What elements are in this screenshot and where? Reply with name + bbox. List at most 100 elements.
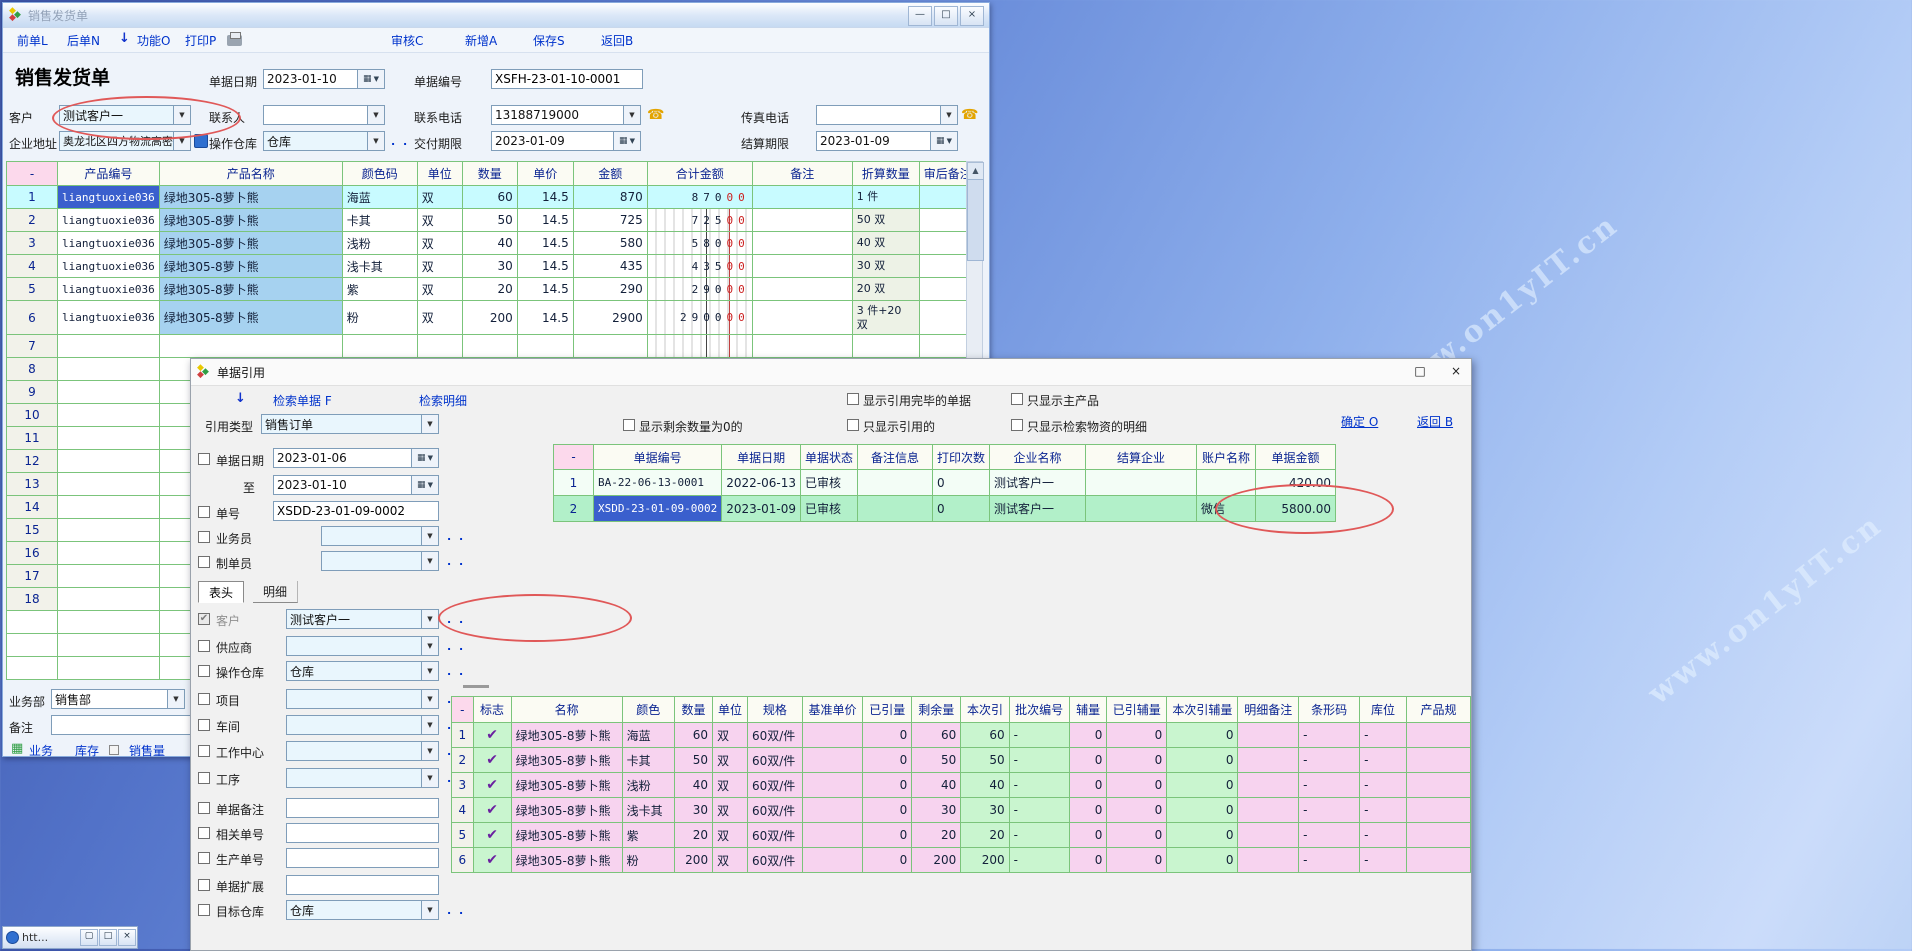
table-cell[interactable]: [857, 470, 932, 496]
table-cell[interactable]: 2023-01-09: [722, 496, 801, 522]
checkbox[interactable]: [198, 531, 210, 543]
checkbox[interactable]: [198, 640, 210, 652]
table-cell[interactable]: 29000: [647, 278, 752, 301]
only-main-label[interactable]: 只显示主产品: [1027, 392, 1099, 409]
table-cell[interactable]: [342, 335, 417, 358]
chevron-down-icon[interactable]: ▼: [421, 637, 438, 655]
column-header[interactable]: 单据编号: [594, 445, 722, 470]
customer-combo[interactable]: 测试客户一 ▼: [59, 105, 191, 125]
table-cell[interactable]: 6: [7, 301, 58, 335]
table-cell[interactable]: 40: [675, 773, 713, 798]
more-dots[interactable]: . .: [447, 555, 465, 568]
table-cell[interactable]: 绿地305-8萝卜熊: [511, 848, 622, 873]
table-cell[interactable]: 2: [7, 209, 58, 232]
table-cell[interactable]: 40: [961, 773, 1009, 798]
table-cell[interactable]: 12: [7, 450, 58, 473]
table-cell[interactable]: 50 双: [852, 209, 919, 232]
table-cell[interactable]: [1406, 773, 1470, 798]
table-cell[interactable]: -: [1360, 773, 1407, 798]
checkbox[interactable]: [198, 879, 210, 891]
table-cell[interactable]: 已审核: [800, 470, 857, 496]
table-cell[interactable]: [573, 335, 647, 358]
column-header[interactable]: 本次引: [961, 697, 1009, 723]
settle-date-field[interactable]: 2023-01-09 ▦▼: [816, 131, 958, 151]
table-cell[interactable]: 双: [417, 301, 462, 335]
table-cell[interactable]: 6: [452, 848, 474, 873]
table-cell[interactable]: 双: [713, 848, 748, 873]
dialog-back-button[interactable]: 返回 B: [1417, 413, 1453, 430]
sales-qty-button[interactable]: 销售量: [129, 742, 165, 759]
table-cell[interactable]: 双: [713, 748, 748, 773]
table-cell[interactable]: 290000: [647, 301, 752, 335]
table-row[interactable]: 3✔绿地305-8萝卜熊浅粉40双60双/件04040-000--: [452, 773, 1471, 798]
table-cell[interactable]: 2900: [573, 301, 647, 335]
table-cell[interactable]: -: [1009, 723, 1069, 748]
table-cell[interactable]: 200: [912, 848, 961, 873]
table-row[interactable]: 1liangtuoxie036绿地305-8萝卜熊海蓝双6014.5870870…: [7, 186, 977, 209]
table-cell[interactable]: 双: [713, 723, 748, 748]
printer-icon[interactable]: [227, 35, 242, 46]
table-cell[interactable]: 双: [713, 773, 748, 798]
table-cell[interactable]: 60: [961, 723, 1009, 748]
column-header[interactable]: 名称: [511, 697, 622, 723]
table-cell[interactable]: 已审核: [800, 496, 857, 522]
table-cell[interactable]: 1 件: [852, 186, 919, 209]
table-cell[interactable]: 14.5: [517, 232, 573, 255]
address-map-icon[interactable]: [194, 134, 208, 148]
column-header[interactable]: 条形码: [1299, 697, 1360, 723]
table-cell[interactable]: 绿地305-8萝卜熊: [159, 209, 342, 232]
audit-button[interactable]: 审核C: [391, 32, 423, 49]
table-cell[interactable]: 浅卡其: [342, 255, 417, 278]
table-cell[interactable]: liangtuoxie036: [58, 278, 160, 301]
delivery-date-field[interactable]: 2023-01-09 ▦▼: [491, 131, 641, 151]
table-cell[interactable]: 双: [417, 232, 462, 255]
table-cell[interactable]: 58000: [647, 232, 752, 255]
column-header[interactable]: 单据日期: [722, 445, 801, 470]
table-cell[interactable]: 0: [1069, 798, 1107, 823]
checkbox[interactable]: [623, 419, 635, 431]
table-cell[interactable]: 0: [1107, 723, 1167, 748]
minimize-button[interactable]: —: [908, 6, 932, 26]
chevron-down-icon[interactable]: ▼: [173, 132, 190, 150]
restore-button[interactable]: ▢: [80, 929, 98, 946]
dialog-close-button[interactable]: ×: [1447, 363, 1465, 381]
table-cell[interactable]: 测试客户一: [990, 470, 1086, 496]
table-cell[interactable]: 绿地305-8萝卜熊: [159, 278, 342, 301]
table-cell[interactable]: 8: [7, 358, 58, 381]
table-cell[interactable]: 5800.00: [1256, 496, 1336, 522]
confirm-button[interactable]: 确定 O: [1341, 413, 1378, 430]
table-cell[interactable]: 0: [1069, 748, 1107, 773]
telephone-icon[interactable]: ☎: [647, 107, 664, 123]
table-cell[interactable]: 30 双: [852, 255, 919, 278]
column-header[interactable]: 单据状态: [800, 445, 857, 470]
table-cell[interactable]: 绿地305-8萝卜熊: [511, 723, 622, 748]
maximize-button[interactable]: □: [99, 929, 117, 946]
table-cell[interactable]: 30: [675, 798, 713, 823]
table-cell[interactable]: 微信: [1197, 496, 1256, 522]
table-cell[interactable]: ✔: [473, 748, 511, 773]
calendar-icon[interactable]: ▦▼: [930, 132, 957, 150]
print-button[interactable]: 打印P: [185, 32, 216, 49]
table-cell[interactable]: [58, 473, 160, 496]
table-cell[interactable]: [1406, 848, 1470, 873]
table-cell[interactable]: -: [1360, 723, 1407, 748]
table-cell[interactable]: 粉: [342, 301, 417, 335]
table-cell[interactable]: 双: [713, 823, 748, 848]
table-cell[interactable]: -: [1299, 823, 1360, 848]
telephone-icon[interactable]: ☎: [961, 107, 978, 123]
column-header[interactable]: 账户名称: [1197, 445, 1256, 470]
table-cell[interactable]: 200: [675, 848, 713, 873]
dept-combo[interactable]: 销售部 ▼: [51, 689, 185, 709]
ref-type-combo[interactable]: 销售订单 ▼: [261, 414, 439, 434]
checkbox[interactable]: [198, 745, 210, 757]
table-cell[interactable]: [58, 381, 160, 404]
table-cell[interactable]: -: [1360, 848, 1407, 873]
show-zero-label[interactable]: 显示剩余数量为0的: [639, 418, 743, 435]
table-cell[interactable]: 725: [573, 209, 647, 232]
table-cell[interactable]: -: [1299, 773, 1360, 798]
more-dots[interactable]: . .: [447, 904, 465, 917]
date-from-field[interactable]: 2023-01-06 ▦▼: [273, 448, 439, 468]
chevron-down-icon[interactable]: ▼: [421, 716, 438, 734]
table-cell[interactable]: 0: [1167, 798, 1238, 823]
table-cell[interactable]: 14: [7, 496, 58, 519]
